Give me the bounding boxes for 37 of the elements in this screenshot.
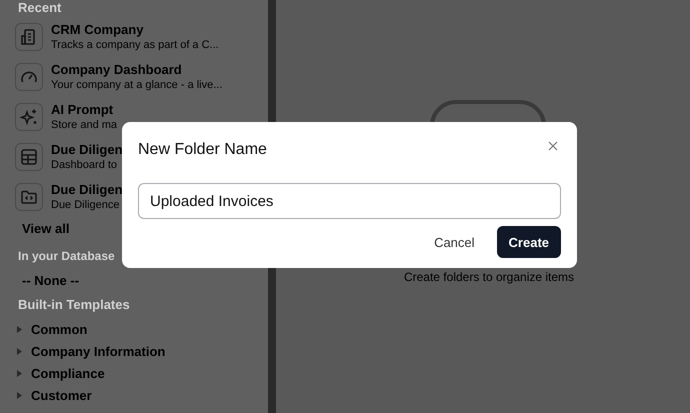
empty-label: -- None -- bbox=[22, 273, 80, 288]
table-icon bbox=[20, 148, 38, 166]
dialog-title: New Folder Name bbox=[138, 141, 267, 159]
item-description: Your company at a glance - a live... bbox=[51, 78, 222, 92]
caret-icon[interactable] bbox=[17, 392, 22, 398]
icon-tile[interactable] bbox=[15, 103, 43, 131]
icon-tile[interactable] bbox=[15, 63, 43, 91]
tree-item[interactable]: Compliance bbox=[31, 366, 105, 380]
item-description: Due Diligence bbox=[51, 198, 120, 212]
create-button[interactable]: Create bbox=[496, 226, 561, 258]
building-icon bbox=[20, 28, 38, 46]
close-icon[interactable] bbox=[548, 141, 558, 151]
section-heading: Built-in Templates bbox=[18, 297, 131, 313]
sparkle-icon bbox=[20, 108, 38, 126]
icon-tile[interactable] bbox=[15, 23, 43, 51]
tree-item[interactable]: Customer bbox=[31, 388, 92, 402]
item-title[interactable]: CRM Company bbox=[51, 22, 219, 38]
item-title[interactable]: Due Diligen bbox=[51, 142, 123, 158]
icon-tile[interactable] bbox=[15, 143, 43, 171]
item-title[interactable]: Due Diligen bbox=[51, 182, 123, 198]
section-heading: In your Database bbox=[18, 248, 116, 264]
section-heading: Recent bbox=[18, 0, 62, 16]
view-all-link[interactable]: View all bbox=[22, 221, 70, 236]
code-folder-icon bbox=[20, 188, 38, 206]
item-description: Store and ma bbox=[51, 118, 118, 132]
tree-item[interactable]: Common bbox=[31, 322, 88, 336]
item-description: Tracks a company as part of a C... bbox=[51, 38, 219, 52]
caret-icon[interactable] bbox=[17, 348, 22, 354]
folder-name-field[interactable]: Uploaded Invoices bbox=[138, 183, 561, 219]
item-description: Dashboard to bbox=[51, 158, 118, 172]
item-title[interactable]: AI Prompt bbox=[51, 102, 118, 118]
caret-icon[interactable] bbox=[17, 326, 22, 332]
icon-tile[interactable] bbox=[15, 183, 43, 211]
empty-state-text: Create folders to organize items bbox=[404, 270, 574, 284]
caret-icon[interactable] bbox=[17, 370, 22, 376]
item-title[interactable]: Company Dashboard bbox=[51, 62, 222, 78]
tree-item[interactable]: Company Information bbox=[31, 344, 166, 358]
